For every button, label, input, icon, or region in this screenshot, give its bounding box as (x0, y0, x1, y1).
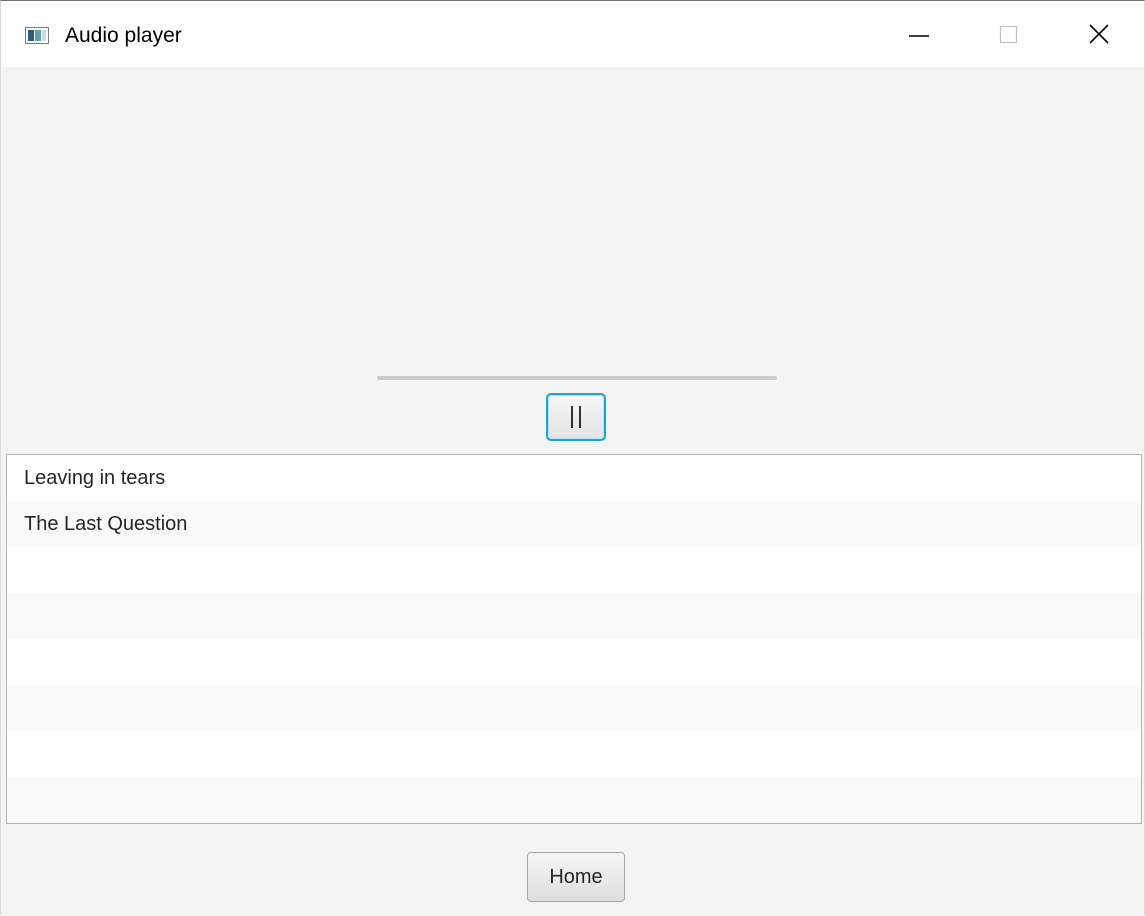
pause-button[interactable] (546, 393, 606, 441)
playlist-item[interactable] (7, 547, 1141, 593)
title-bar[interactable]: Audio player (1, 1, 1144, 67)
playlist[interactable]: Leaving in tears The Last Question (6, 454, 1142, 824)
playlist-item[interactable]: The Last Question (7, 501, 1141, 547)
window-title: Audio player (65, 24, 182, 47)
playlist-item[interactable] (7, 685, 1141, 731)
maximize-icon (999, 25, 1018, 44)
playlist-item[interactable] (7, 731, 1141, 777)
playlist-item[interactable] (7, 777, 1141, 823)
playback-progress-bar[interactable] (377, 376, 777, 380)
playlist-item[interactable] (7, 639, 1141, 685)
maximize-button[interactable] (964, 1, 1054, 67)
minimize-button[interactable] (874, 1, 964, 67)
minimize-icon (909, 35, 929, 37)
playlist-item[interactable] (7, 593, 1141, 639)
audio-player-window: Audio player Leaving in tears The Last Q… (0, 0, 1145, 916)
pause-icon (571, 406, 581, 428)
player-content: Leaving in tears The Last Question Home (1, 67, 1144, 916)
app-icon (25, 27, 49, 44)
close-icon (1089, 24, 1109, 44)
playlist-item[interactable]: Leaving in tears (7, 455, 1141, 501)
home-button[interactable]: Home (527, 852, 625, 902)
close-button[interactable] (1054, 1, 1144, 67)
